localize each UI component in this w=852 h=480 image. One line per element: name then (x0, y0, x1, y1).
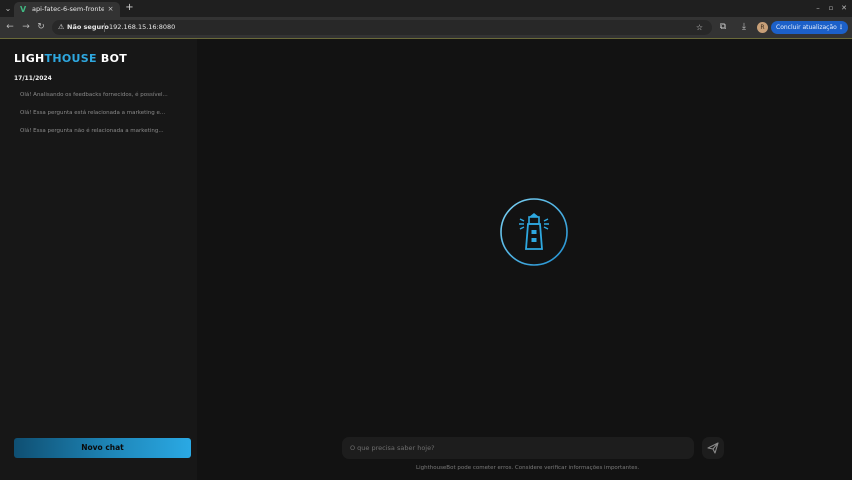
browser-toolbar: ← → ↻ ⚠ Não seguro 192.168.15.16:8080 ☆ … (0, 17, 852, 38)
close-window-icon[interactable]: ✕ (839, 3, 849, 13)
logo-part-3: BOT (96, 52, 128, 65)
send-button[interactable] (702, 437, 724, 459)
chat-main: LighthouseBot pode cometer erros. Consid… (197, 39, 852, 480)
history-item[interactable]: Olá! Essa pergunta não é relacionada a m… (20, 127, 170, 136)
tab-strip: ⌄ V api-fatec-6-sem-fronte × + – ▫ ✕ (0, 0, 852, 17)
divider (104, 23, 105, 32)
maximize-icon[interactable]: ▫ (826, 3, 836, 13)
tab-close-icon[interactable]: × (106, 5, 115, 14)
logo-part-1: LIGH (14, 52, 45, 65)
url-text[interactable]: 192.168.15.16:8080 (109, 23, 175, 32)
minimize-icon[interactable]: – (813, 3, 823, 13)
lighthouse-logo-icon (500, 198, 568, 266)
reload-icon[interactable]: ↻ (35, 21, 47, 33)
prompt-input[interactable] (350, 441, 680, 455)
tab-title: api-fatec-6-sem-fronte (32, 5, 104, 13)
update-button[interactable]: Concluir atualização ⋮ (771, 21, 848, 34)
profile-avatar[interactable]: R (757, 22, 768, 33)
history-date-heading: 17/11/2024 (14, 75, 52, 82)
logo-part-2: THOUSE (44, 52, 97, 65)
active-tab[interactable]: V api-fatec-6-sem-fronte × (14, 2, 120, 17)
send-icon (707, 442, 719, 454)
tab-search-icon[interactable]: ⌄ (2, 3, 14, 14)
browser-window: ⌄ V api-fatec-6-sem-fronte × + – ▫ ✕ ← →… (0, 0, 852, 480)
address-bar[interactable]: ⚠ Não seguro 192.168.15.16:8080 ☆ (52, 20, 712, 35)
security-label[interactable]: Não seguro (67, 23, 109, 32)
disclaimer-text: LighthouseBot pode cometer erros. Consid… (416, 465, 640, 471)
back-icon[interactable]: ← (4, 21, 16, 33)
new-tab-button[interactable]: + (124, 3, 135, 14)
update-button-label: Concluir atualização (776, 24, 837, 31)
sidebar: LIGHTHOUSE BOT 17/11/2024 Olá! Analisand… (0, 39, 197, 480)
new-chat-button[interactable]: Novo chat (14, 438, 191, 458)
history-item[interactable]: Olá! Analisando os feedbacks fornecidos,… (20, 91, 170, 100)
menu-dots-icon[interactable]: ⋮ (838, 21, 844, 34)
prompt-box (342, 437, 694, 459)
history-item[interactable]: Olá! Essa pergunta está relacionada a ma… (20, 109, 170, 118)
vue-favicon-icon: V (20, 5, 27, 14)
forward-icon[interactable]: → (20, 21, 32, 33)
warning-icon[interactable]: ⚠ (58, 23, 67, 32)
app-logo: LIGHTHOUSE BOT (14, 52, 127, 65)
extensions-icon[interactable]: ⧉ (717, 21, 729, 33)
download-icon[interactable]: ⤓ (738, 21, 750, 33)
bookmark-star-icon[interactable]: ☆ (695, 23, 704, 32)
